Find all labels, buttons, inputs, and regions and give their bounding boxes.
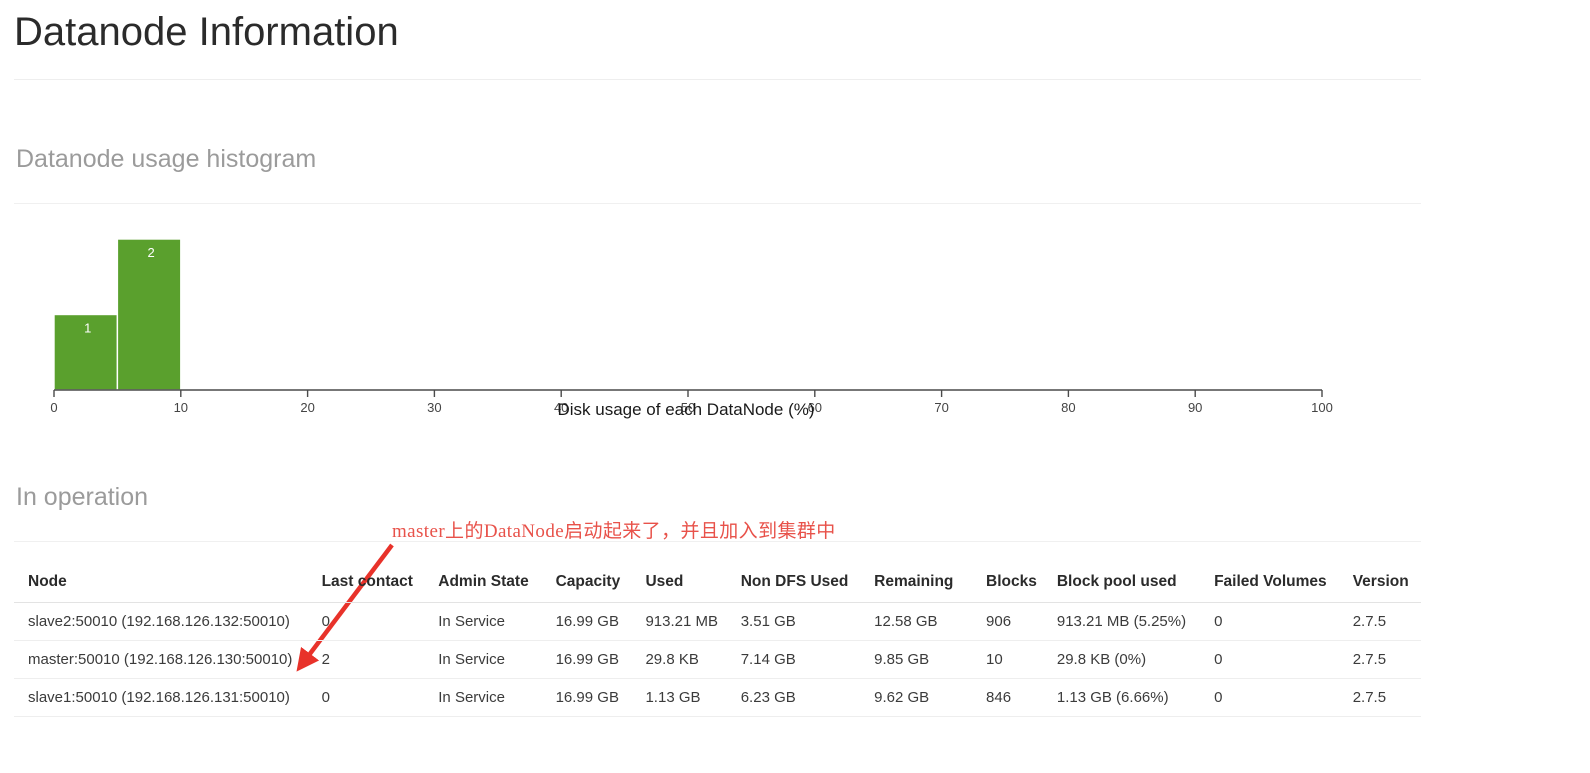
cell-node: slave1:50010 (192.168.126.131:50010) [14,678,308,717]
column-header-node[interactable]: Node [14,565,308,603]
histogram-svg: 12 0 10 20 30 40 50 60 70 80 90 100 Disk usage of … [50,238,1333,419]
table-head: Node Last contact Admin State Capacity U… [14,565,1421,603]
cell-block-pool-used: 913.21 MB (5.25%) [1042,602,1201,641]
cell-blocks: 906 [972,602,1043,641]
cell-block-pool-used: 1.13 GB (6.66%) [1042,678,1201,717]
cell-version: 2.7.5 [1338,678,1421,717]
column-header-version[interactable]: Version [1338,565,1421,603]
table-row[interactable]: slave2:50010 (192.168.126.132:50010) 0 In … [14,602,1421,641]
column-header-admin-state[interactable]: Admin State [424,565,542,603]
histogram-bars: 12 [53,238,182,391]
x-axis-tick-label: 100 [1311,400,1333,415]
x-axis-tick-label: 10 [174,400,188,415]
x-axis-tick-label: 80 [1061,400,1075,415]
cell-node: master:50010 (192.168.126.130:50010) [14,640,308,679]
cell-failed-volumes: 0 [1200,640,1339,679]
cell-node: slave2:50010 (192.168.126.132:50010) [14,602,308,641]
cell-blocks: 10 [972,640,1043,679]
x-axis-tick-label: 90 [1188,400,1202,415]
x-axis-tick-label: 20 [300,400,314,415]
title-divider [14,79,1421,80]
histogram-divider [14,203,1421,204]
column-header-used[interactable]: Used [631,565,727,603]
cell-admin-state: In Service [424,640,542,679]
cell-last-contact: 0 [307,678,425,717]
cell-non-dfs-used: 3.51 GB [726,602,861,641]
table-header-row: Node Last contact Admin State Capacity U… [14,565,1421,603]
cell-capacity: 16.99 GB [541,602,632,641]
cell-failed-volumes: 0 [1200,602,1339,641]
column-header-last-contact[interactable]: Last contact [307,565,425,603]
x-axis-tick-label: 0 [50,400,57,415]
cell-blocks: 846 [972,678,1043,717]
datanode-table: Node Last contact Admin State Capacity U… [14,565,1421,717]
annotation-label: master上的DataNode启动起来了，并且加入到集群中 [392,521,836,542]
column-header-capacity[interactable]: Capacity [541,565,632,603]
column-header-non-dfs-used[interactable]: Non DFS Used [726,565,861,603]
cell-used: 29.8 KB [631,640,727,679]
column-header-remaining[interactable]: Remaining [860,565,973,603]
histogram-bar-value-label: 1 [84,321,91,336]
cell-capacity: 16.99 GB [541,678,632,717]
x-axis-label: Disk usage of each DataNode (%) [557,400,814,419]
datanode-usage-histogram-chart: 12 0 10 20 30 40 50 60 70 80 90 100 Disk usage of … [0,210,1400,420]
cell-remaining: 9.85 GB [860,640,973,679]
page-title: Datanode Information [14,10,399,54]
cell-admin-state: In Service [424,678,542,717]
cell-failed-volumes: 0 [1200,678,1339,717]
column-header-blocks[interactable]: Blocks [972,565,1043,603]
cell-block-pool-used: 29.8 KB (0%) [1042,640,1201,679]
x-axis-tick-label: 70 [934,400,948,415]
cell-used: 913.21 MB [631,602,727,641]
cell-last-contact: 0 [307,602,425,641]
column-header-failed-volumes[interactable]: Failed Volumes [1200,565,1339,603]
column-header-block-pool-used[interactable]: Block pool used [1042,565,1201,603]
cell-version: 2.7.5 [1338,640,1421,679]
cell-non-dfs-used: 6.23 GB [726,678,861,717]
cell-admin-state: In Service [424,602,542,641]
table-body: slave2:50010 (192.168.126.132:50010) 0 In … [14,602,1421,717]
histogram-section-title: Datanode usage histogram [16,145,317,173]
cell-used: 1.13 GB [631,678,727,717]
cell-version: 2.7.5 [1338,602,1421,641]
cell-last-contact: 2 [307,640,425,679]
histogram-bar-value-label: 2 [147,245,154,260]
cell-non-dfs-used: 7.14 GB [726,640,861,679]
x-axis-tick-label: 30 [427,400,441,415]
cell-capacity: 16.99 GB [541,640,632,679]
table-row[interactable]: master:50010 (192.168.126.130:50010) 2 In … [14,640,1421,679]
histogram-bar[interactable] [116,238,182,391]
cell-remaining: 9.62 GB [860,678,973,717]
cell-remaining: 12.58 GB [860,602,973,641]
in-operation-section-title: In operation [16,483,149,511]
table-row[interactable]: slave1:50010 (192.168.126.131:50010) 0 In … [14,678,1421,717]
